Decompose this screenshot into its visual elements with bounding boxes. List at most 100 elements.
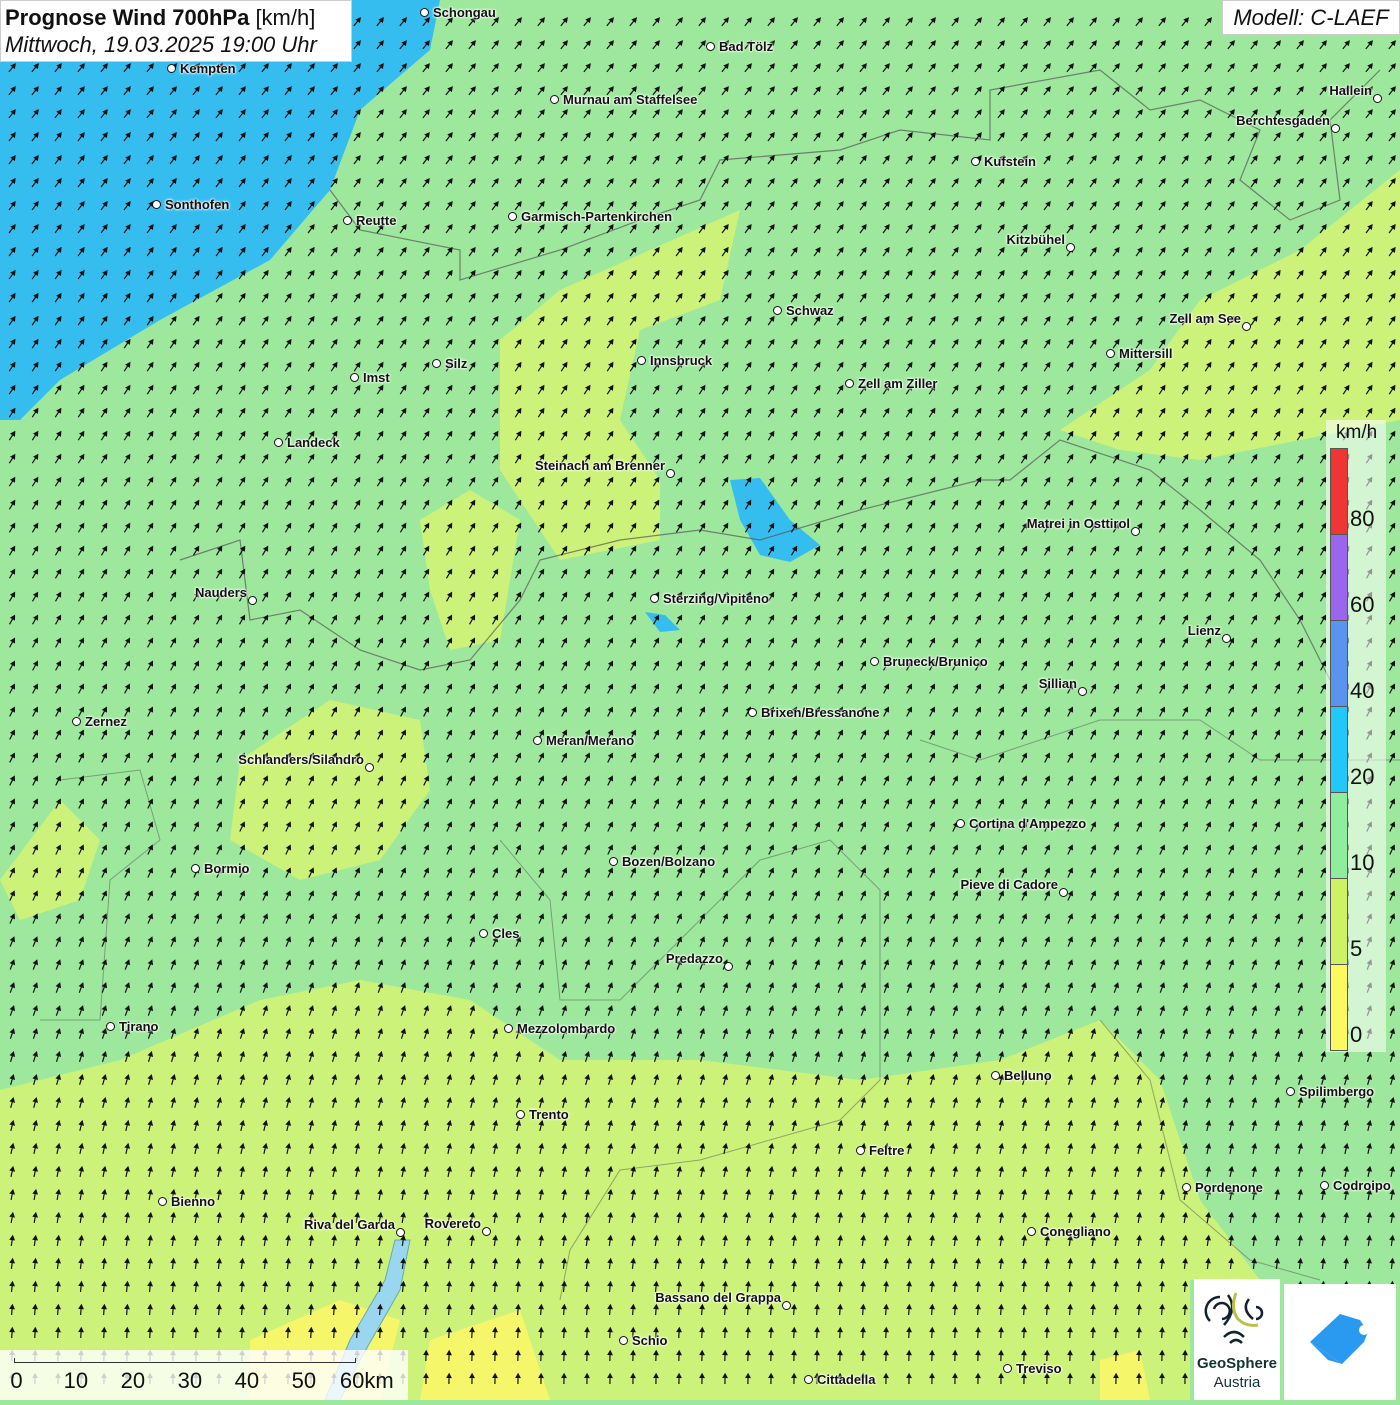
city-marker [1066,243,1075,252]
legend-label: 20 [1350,764,1375,789]
city-label: Brixen/Bressanone [761,705,880,720]
city-label: Schongau [433,5,496,20]
city-marker [1242,322,1251,331]
city-label: Spilimbergo [1299,1084,1375,1099]
mountain-cloud-icon [1310,1314,1369,1364]
city-label: Predazzo [665,951,723,966]
city-marker [637,356,646,365]
city-marker [1182,1183,1191,1192]
legend-color-bin [1330,878,1348,965]
city-marker [248,596,257,605]
legend-color-bin [1330,706,1348,793]
city-label: Garmisch-Partenkirchen [521,209,673,224]
city-marker [956,819,965,828]
city-label: Pieve di Cadore [960,877,1058,892]
city-marker [1003,1364,1012,1373]
legend-label: 10 [1350,850,1375,875]
legend-unit: km/h [1336,422,1378,443]
city-label: Sillian [1038,676,1077,691]
city-marker [1078,687,1087,696]
city-marker [396,1228,405,1237]
city-label: Cittadella [817,1372,876,1387]
legend-label: 5 [1350,936,1363,961]
city-marker [845,379,854,388]
city-label: Kempten [180,61,236,76]
map-title: Prognose Wind 700hPa [5,5,250,30]
city-marker [650,594,659,603]
partner-logo[interactable] [1284,1284,1396,1400]
city-label: Meran/Merano [546,733,635,748]
scale-tick-label: 50 [291,1368,317,1393]
city-label: Schlanders/Silandro [238,752,364,767]
model-label: Modell: C-LAEF [1222,0,1400,35]
city-label: Zernez [85,714,127,729]
city-label: Tirano [119,1019,159,1034]
city-label: Berchtesgaden [1236,113,1330,128]
city-label: Mezzolombardo [517,1021,616,1036]
city-marker [516,1110,525,1119]
legend-label: 60 [1350,592,1375,617]
city-marker [158,1197,167,1206]
city-marker [274,438,283,447]
city-marker [1131,527,1140,536]
forecast-datetime: Mittwoch, 19.03.2025 19:00 Uhr [5,32,317,57]
city-label: Codroipo [1333,1178,1391,1193]
city-label: Sterzing/Vipiteno [663,591,769,606]
geosphere-country: Austria [1213,1374,1261,1391]
city-label: Schwaz [786,303,834,318]
city-marker [533,736,542,745]
city-marker [504,1024,513,1033]
legend-color-bin [1330,620,1348,707]
legend-color-bin [1330,448,1348,535]
city-label: Imst [363,370,390,385]
legend-label: 0 [1350,1022,1363,1047]
title-box: Prognose Wind 700hPa [km/h] Mittwoch, 19… [0,0,352,62]
city-marker [365,763,374,772]
city-label: Bruneck/Brunico [883,654,988,669]
legend-color-bin [1330,534,1348,621]
city-marker [350,373,359,382]
city-label: Conegliano [1040,1224,1111,1239]
city-label: Sonthofen [165,197,230,212]
legend-label: 80 [1350,506,1375,531]
city-marker [619,1336,628,1345]
scale-tick-label: 60km [339,1368,394,1393]
city-label: Cles [492,926,520,941]
city-marker [991,1071,1000,1080]
city-marker [1027,1227,1036,1236]
city-label: Landeck [287,435,340,450]
scale-tick-label: 10 [63,1368,89,1393]
city-label: Silz [445,356,468,371]
color-legend: km/h 80 60 40 20 10 5 0 [1326,420,1386,1052]
city-marker [1320,1181,1329,1190]
city-label: Rovereto [424,1216,481,1231]
city-marker [1222,634,1231,643]
city-marker [870,657,879,666]
city-marker [479,929,488,938]
legend-label: 40 [1350,678,1375,703]
city-label: Trento [529,1107,569,1122]
city-label: Treviso [1016,1361,1062,1376]
city-label: Matrei in Osttirol [1026,516,1130,531]
geosphere-austria-logo[interactable]: GeoSphere Austria [1194,1279,1280,1400]
city-marker [191,864,200,873]
city-label: Belluno [1004,1068,1052,1083]
city-marker [72,717,81,726]
city-marker [1373,94,1382,103]
city-label: Steinach am Brenner [534,458,665,473]
city-label: Zell am Ziller [858,376,938,391]
city-label: Kitzbühel [1006,232,1066,247]
scale-tick-label: 0 [10,1368,23,1393]
geosphere-swirl-icon [1204,1292,1264,1344]
city-marker [482,1227,491,1236]
city-marker [609,857,618,866]
city-label: Cortina d'Ampezzo [969,816,1087,831]
city-label: Riva del Garda [303,1217,395,1232]
city-label: Murnau am Staffelsee [563,92,698,107]
scale-bar: 0 10 20 30 40 50 60km [0,1350,408,1400]
city-label: Zell am See [1169,311,1241,326]
scale-tick-label: 40 [234,1368,260,1393]
city-marker [666,469,675,478]
city-label: Kufstein [984,154,1036,169]
city-label: Bienno [171,1194,216,1209]
